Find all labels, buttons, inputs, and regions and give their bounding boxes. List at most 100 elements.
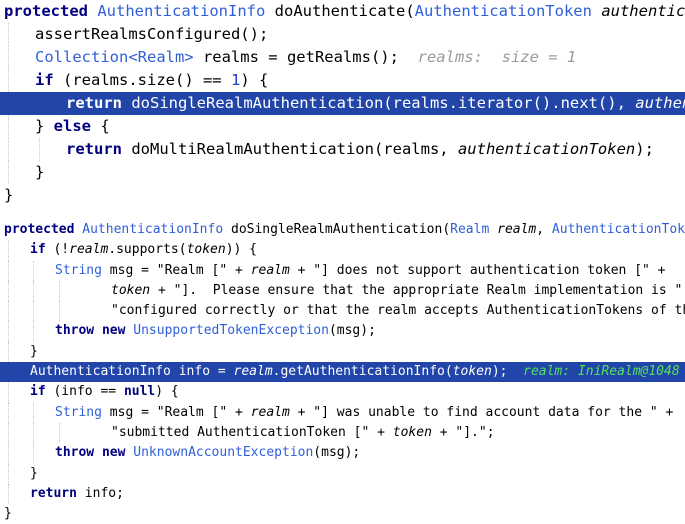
indent-guide [8, 23, 9, 46]
parameter-name: authenticationToken [601, 2, 685, 20]
code-line[interactable]: } [0, 161, 685, 184]
indent-guide [33, 301, 34, 322]
variable-name: token [111, 282, 151, 298]
closing-brace: } [30, 343, 38, 359]
method-name: doSingleRealmAuthentication( [223, 222, 451, 237]
variable-name: realm [250, 262, 290, 278]
code-line[interactable]: "configured correctly or that the realm … [0, 301, 685, 322]
code-line[interactable]: if (!realm.supports(token)) { [0, 240, 685, 261]
indent-guide [8, 260, 9, 281]
type-name: Collection<Realm> [35, 48, 194, 66]
code-line[interactable]: throw new UnsupportedTokenException(msg)… [0, 321, 685, 342]
code-block-do-authenticate: protected AuthenticationInfo doAuthentic… [0, 0, 685, 207]
code-line[interactable]: Collection<Realm> realms = getRealms(); … [0, 46, 685, 69]
code-line[interactable]: } [0, 341, 685, 363]
closing-brace: } [30, 465, 38, 481]
code-line[interactable]: } [0, 504, 685, 524]
indent-guide [8, 161, 9, 184]
indent-guide [33, 280, 34, 302]
code-line[interactable]: token + "]. Please ensure that the appro… [0, 280, 685, 302]
code-line[interactable]: } [0, 463, 685, 484]
code-line[interactable]: String msg = "Realm [" + realm + "] was … [0, 402, 685, 423]
indent-guide [8, 138, 9, 161]
indent-guide [8, 382, 9, 403]
code-block-do-single-realm-authentication: protected AuthenticationInfo doSingleRea… [0, 220, 685, 524]
closing-brace: } [4, 506, 12, 522]
keyword: throw [55, 323, 95, 339]
type-name: String [55, 404, 102, 420]
variable-name: token [392, 424, 432, 440]
indent-guide [8, 115, 9, 138]
keyword: new [101, 323, 126, 339]
code-line[interactable]: return doMultiRealmAuthentication(realms… [0, 138, 685, 161]
variable-name: realm [69, 242, 109, 258]
indent-guide [59, 422, 60, 444]
indent-guide [8, 69, 9, 92]
keyword: else [53, 117, 91, 135]
debug-inline-value: realm: IniRealm@1048 token: "or [523, 364, 680, 380]
type-name: AuthenticationInfo [30, 364, 171, 380]
highlighted-execution-line[interactable]: AuthenticationInfo info = realm.getAuthe… [0, 362, 685, 383]
indent-guide [59, 301, 60, 322]
closing-brace: } [4, 186, 14, 204]
keyword: protected [4, 222, 75, 237]
type-name: AuthenticationInfo [82, 222, 224, 237]
code-line[interactable]: if (realms.size() == 1) { [0, 69, 685, 92]
indent-guide [8, 301, 9, 322]
keyword: new [101, 445, 126, 461]
type-name: String [55, 262, 102, 278]
indent-guide [8, 280, 9, 302]
argument-name: authenticationToken [457, 140, 636, 158]
keyword: if [35, 71, 54, 89]
keyword: protected [4, 2, 88, 20]
indent-guide [8, 483, 9, 505]
indent-guide [8, 341, 9, 363]
keyword: return [66, 94, 122, 112]
indent-guide [33, 402, 34, 423]
indent-guide [33, 443, 34, 464]
indent-guide [8, 321, 9, 342]
string-literal: "configured correctly or that the realm … [111, 303, 685, 319]
indent-guide [8, 443, 9, 464]
type-name: UnknownAccountException [133, 445, 314, 461]
keyword: null [123, 384, 156, 400]
variable-name: realm [250, 404, 290, 420]
keyword: return [66, 140, 122, 158]
indent-guide [59, 280, 60, 302]
code-line[interactable]: } [0, 184, 685, 207]
number-literal: 1 [230, 71, 241, 89]
code-line[interactable]: assertRealmsConfigured(); [0, 23, 685, 46]
keyword: return [30, 485, 77, 501]
type-name: Realm [450, 222, 490, 237]
code-line[interactable]: protected AuthenticationInfo doSingleRea… [0, 220, 685, 240]
code-line[interactable]: "submitted AuthenticationToken [" + toke… [0, 422, 685, 444]
indent-guide [8, 240, 9, 261]
keyword: throw [55, 445, 95, 461]
argument-name: authenticationToken [635, 94, 685, 112]
code-line[interactable]: protected AuthenticationInfo doAuthentic… [0, 0, 685, 23]
code-line[interactable]: } else { [0, 115, 685, 138]
statement: assertRealmsConfigured(); [35, 25, 269, 43]
indent-guide [33, 321, 34, 342]
indent-guide [33, 422, 34, 444]
type-name: AuthenticationInfo [97, 2, 266, 20]
parameter-name: realm [497, 222, 537, 237]
code-line[interactable]: String msg = "Realm [" + realm + "] does… [0, 260, 685, 281]
indent-guide [33, 260, 34, 281]
code-line[interactable]: if (info == null) { [0, 382, 685, 403]
keyword: if [30, 242, 46, 258]
code-line[interactable]: throw new UnknownAccountException(msg); [0, 443, 685, 464]
indent-guide [8, 402, 9, 423]
variable-name: token [452, 364, 492, 380]
code-line[interactable]: return info; [0, 483, 685, 505]
debug-inline-value: realms: size = 1 [417, 48, 577, 66]
closing-brace: } [35, 163, 45, 181]
method-name: doAuthenticate( [274, 2, 415, 20]
indent-guide [39, 138, 40, 161]
keyword: if [30, 384, 46, 400]
highlighted-execution-line[interactable]: return doSingleRealmAuthentication(realm… [0, 92, 685, 115]
type-name: AuthenticationToken [414, 2, 592, 20]
indent-guide [8, 46, 9, 69]
type-name: UnsupportedTokenException [133, 323, 329, 339]
variable-name: realm [233, 364, 273, 380]
